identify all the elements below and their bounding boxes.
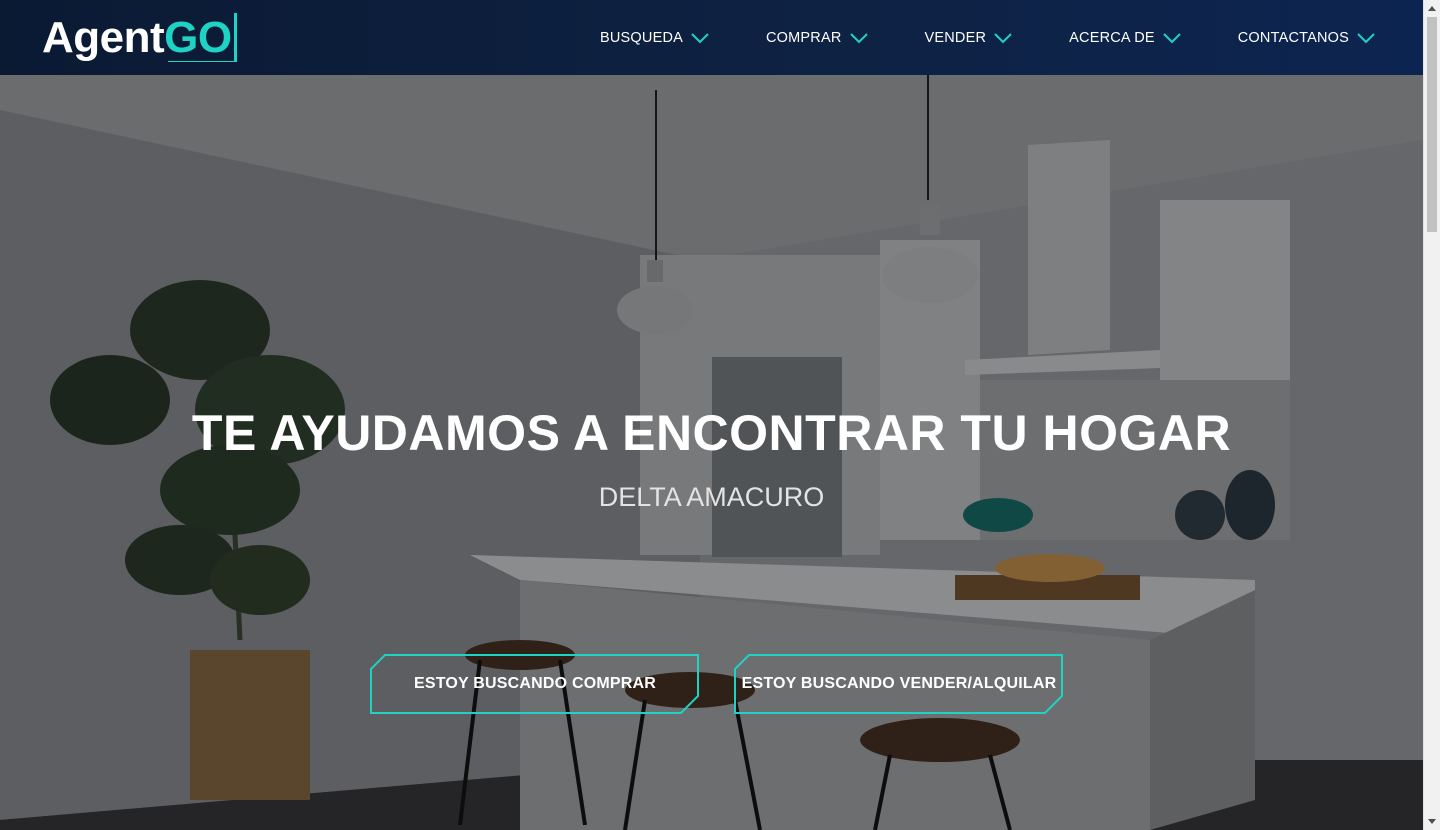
scroll-up-arrow-icon[interactable] [1424, 0, 1440, 17]
sell-rent-button-label: ESTOY BUSCANDO VENDER/ALQUILAR [741, 675, 1057, 692]
scroll-down-arrow-icon[interactable] [1424, 813, 1440, 830]
nav-item-vender[interactable]: VENDER [925, 24, 1013, 52]
nav-item-label: BUSQUEDA [600, 30, 683, 46]
chevron-down-icon [691, 33, 709, 44]
chevron-down-icon [849, 33, 868, 44]
nav-item-contactanos[interactable]: CONTACTANOS [1238, 24, 1375, 52]
nav-item-comprar[interactable]: COMPRAR [766, 24, 868, 52]
logo-text-go: GO [164, 13, 237, 62]
chevron-down-icon [994, 33, 1012, 44]
logo-text-agent: Agent [42, 13, 165, 62]
nav-item-label: COMPRAR [766, 30, 842, 46]
main-nav: BUSQUEDA COMPRAR VENDER ACERCA DE CONTAC… [543, 24, 1375, 52]
nav-item-acerca-de[interactable]: ACERCA DE [1069, 24, 1181, 52]
buy-search-button[interactable]: ESTOY BUSCANDO COMPRAR [370, 654, 700, 714]
hero-title: TE AYUDAMOS A ENCONTRAR TU HOGAR [191, 405, 1232, 461]
nav-item-label: VENDER [924, 30, 987, 46]
chevron-down-icon [1163, 33, 1181, 44]
vertical-scrollbar[interactable] [1423, 0, 1440, 830]
nav-item-busqueda[interactable]: BUSQUEDA [600, 24, 709, 52]
chevron-down-icon [1357, 33, 1375, 44]
nav-item-label: CONTACTANOS [1237, 30, 1349, 46]
scrollbar-thumb[interactable] [1427, 17, 1437, 232]
logo[interactable]: AgentGO [42, 12, 237, 64]
hero-subtitle: DELTA AMACURO [598, 482, 825, 512]
top-navbar: AgentGO BUSQUEDA COMPRAR VENDER ACERCA D… [0, 0, 1423, 75]
nav-item-label: ACERCA DE [1069, 30, 1155, 46]
sell-rent-button[interactable]: ESTOY BUSCANDO VENDER/ALQUILAR [734, 654, 1064, 714]
buy-search-button-label: ESTOY BUSCANDO COMPRAR [413, 675, 657, 692]
